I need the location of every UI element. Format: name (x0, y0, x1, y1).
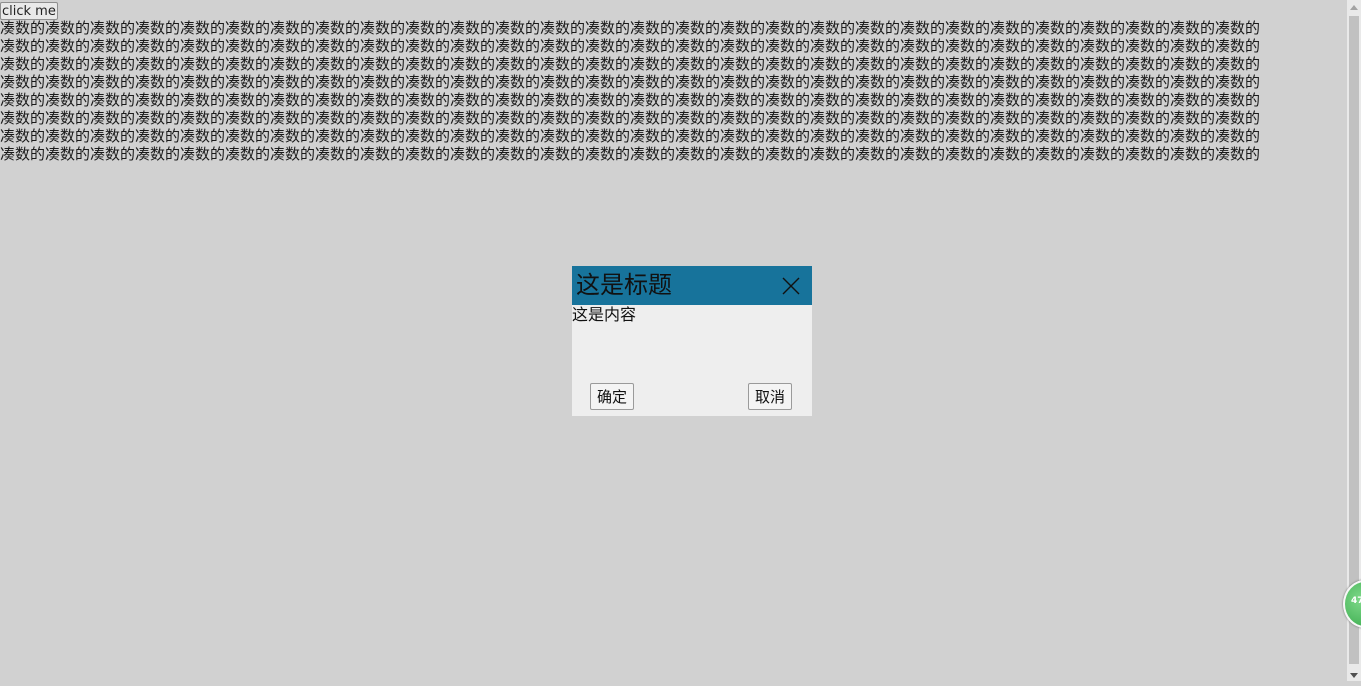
scrollbar-thumb[interactable] (1349, 16, 1359, 664)
click-me-button[interactable]: click me (0, 2, 58, 20)
scroll-down-button[interactable] (1347, 667, 1361, 681)
filler-text-line: 凑数的凑数的凑数的凑数的凑数的凑数的凑数的凑数的凑数的凑数的凑数的凑数的凑数的凑… (0, 91, 1261, 109)
dialog: 这是标题 这是内容 确定 取消 (572, 266, 812, 416)
vertical-scrollbar[interactable] (1347, 0, 1361, 681)
filler-text-line: 凑数的凑数的凑数的凑数的凑数的凑数的凑数的凑数的凑数的凑数的凑数的凑数的凑数的凑… (0, 145, 1261, 163)
cancel-button[interactable]: 取消 (748, 383, 793, 410)
filler-text-block: 凑数的凑数的凑数的凑数的凑数的凑数的凑数的凑数的凑数的凑数的凑数的凑数的凑数的凑… (0, 19, 1345, 167)
filler-text-line: 凑数的凑数的凑数的凑数的凑数的凑数的凑数的凑数的凑数的凑数的凑数的凑数的凑数的凑… (0, 19, 1261, 37)
page-background: click me 凑数的凑数的凑数的凑数的凑数的凑数的凑数的凑数的凑数的凑数的凑… (0, 0, 1347, 681)
dialog-header: 这是标题 (572, 266, 812, 305)
chevron-down-icon (1350, 673, 1358, 678)
scroll-up-button[interactable] (1347, 0, 1361, 14)
chevron-up-icon (1350, 5, 1358, 10)
dialog-title: 这是标题 (576, 271, 672, 299)
filler-text-line: 凑数的凑数的凑数的凑数的凑数的凑数的凑数的凑数的凑数的凑数的凑数的凑数的凑数的凑… (0, 127, 1261, 145)
filler-text-line: 凑数的凑数的凑数的凑数的凑数的凑数的凑数的凑数的凑数的凑数的凑数的凑数的凑数的凑… (0, 73, 1261, 91)
dialog-close-button[interactable] (780, 275, 802, 297)
filler-text-line: 凑数的凑数的凑数的凑数的凑数的凑数的凑数的凑数的凑数的凑数的凑数的凑数的凑数的凑… (0, 109, 1261, 127)
filler-text-line: 凑数的凑数的凑数的凑数的凑数的凑数的凑数的凑数的凑数的凑数的凑数的凑数的凑数的凑… (0, 55, 1261, 73)
filler-text-line: 凑数的凑数的凑数的凑数的凑数的凑数的凑数的凑数的凑数的凑数的凑数的凑数的凑数的凑… (0, 37, 1261, 55)
dialog-content: 这是内容 (572, 305, 637, 324)
close-icon (782, 277, 800, 295)
ok-button[interactable]: 确定 (590, 383, 635, 410)
floating-badge-text: 47 (1351, 596, 1361, 606)
